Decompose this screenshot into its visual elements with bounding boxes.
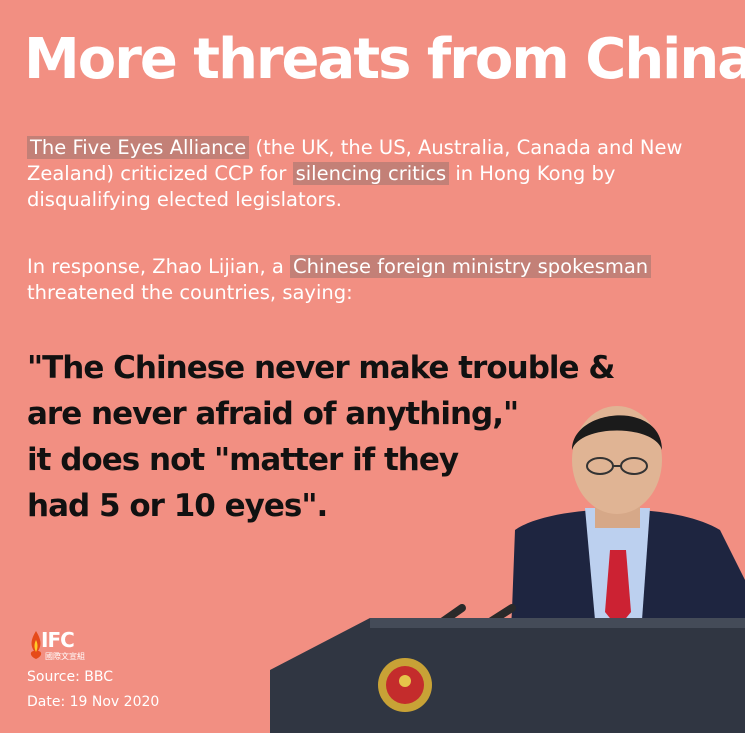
paragraph-five-eyes: The Five Eyes Alliance (the UK, the US, … bbox=[27, 135, 727, 213]
headline: More threats from China! bbox=[24, 27, 745, 92]
paragraph2-text-a: In response, Zhao Lijian, a bbox=[27, 255, 291, 278]
podium bbox=[270, 618, 745, 733]
date-text: Date: 19 Nov 2020 bbox=[27, 694, 160, 710]
logo-name: IFC bbox=[41, 628, 75, 652]
ifc-logo: IFC 國際文宣組 bbox=[27, 628, 85, 662]
highlight-spokesman: Chinese foreign ministry spokesman bbox=[290, 255, 652, 278]
infographic-card: More threats from China! The Five Eyes A… bbox=[0, 0, 745, 733]
highlight-five-eyes-alliance: The Five Eyes Alliance bbox=[27, 136, 250, 159]
highlight-silencing-critics: silencing critics bbox=[292, 162, 450, 185]
spokesman-photo bbox=[270, 406, 745, 733]
paragraph2-text-b: threatened the countries, saying: bbox=[27, 281, 353, 304]
paragraph-response: In response, Zhao Lijian, a Chinese fore… bbox=[27, 254, 727, 306]
podium-top bbox=[370, 618, 745, 628]
source-text: Source: BBC bbox=[27, 669, 113, 685]
national-emblem-icon bbox=[378, 658, 432, 712]
logo-subtitle: 國際文宣組 bbox=[45, 652, 85, 661]
